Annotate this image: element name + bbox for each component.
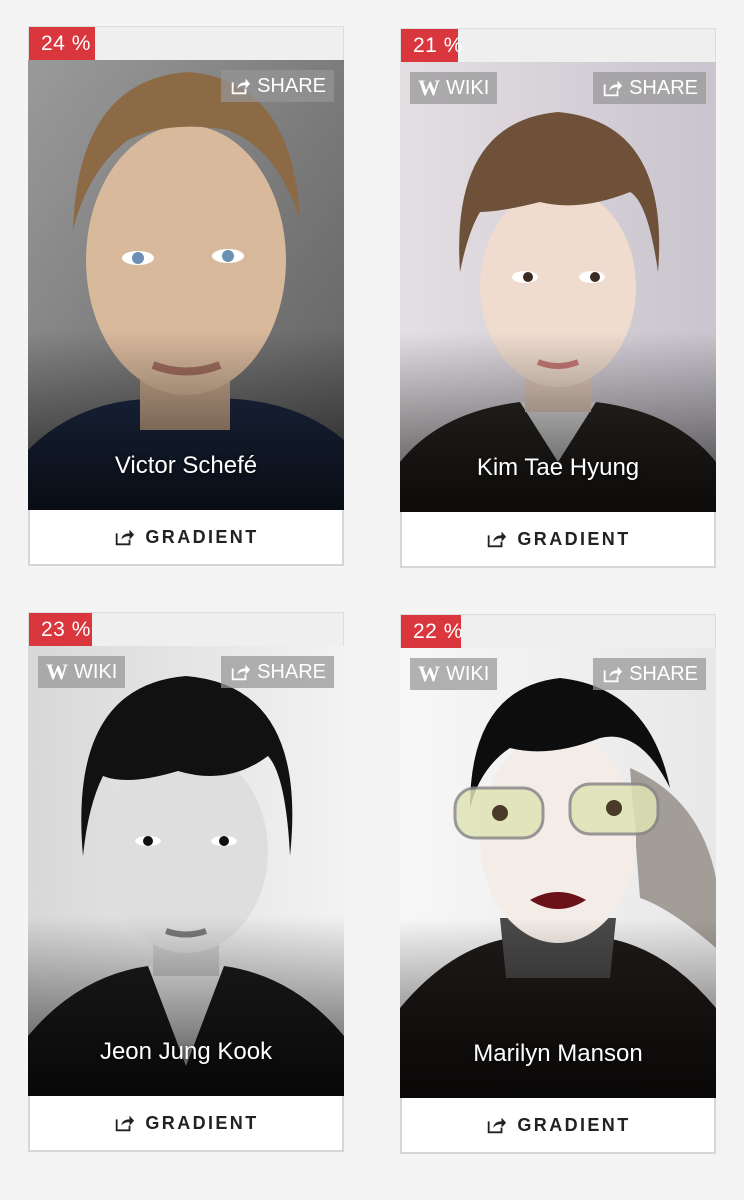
percentage-label: 21 % <box>413 34 463 57</box>
wiki-label: WIKI <box>446 663 490 685</box>
gradient-label: GRADIENT <box>145 1112 259 1133</box>
share-icon <box>603 80 623 97</box>
portrait-image <box>28 60 344 510</box>
share-icon <box>603 666 623 683</box>
share-label: SHARE <box>257 75 326 97</box>
gradient-button[interactable]: GRADIENT <box>28 1096 344 1152</box>
celebrity-name: Marilyn Manson <box>473 1040 643 1067</box>
wiki-label: WIKI <box>446 77 490 99</box>
wikipedia-icon: W <box>418 75 440 100</box>
results-grid: 24 % SHARE Victor Schefé GRADIENT 21 % W… <box>0 0 744 1200</box>
share-button[interactable]: SHARE <box>593 72 706 104</box>
share-icon <box>116 1115 135 1132</box>
portrait-image <box>400 648 716 1098</box>
gradient-button[interactable]: GRADIENT <box>400 1098 716 1154</box>
share-label: SHARE <box>257 661 326 683</box>
share-icon <box>488 531 507 548</box>
share-icon <box>231 78 251 95</box>
share-button[interactable]: SHARE <box>221 656 334 688</box>
result-card: 21 % W WIKI SHARE Kim Tae Hyung GRADIENT <box>400 28 716 568</box>
gradient-button[interactable]: GRADIENT <box>28 510 344 566</box>
celebrity-photo: W WIKI SHARE Kim Tae Hyung <box>400 62 716 512</box>
wiki-label: WIKI <box>74 661 118 683</box>
share-icon <box>231 664 251 681</box>
wiki-button[interactable]: W WIKI <box>38 656 126 688</box>
portrait-image <box>28 646 344 1096</box>
celebrity-photo: SHARE Victor Schefé <box>28 60 344 510</box>
wiki-button[interactable]: W WIKI <box>410 658 498 690</box>
gradient-button[interactable]: GRADIENT <box>400 512 716 568</box>
result-card: 24 % SHARE Victor Schefé GRADIENT <box>28 26 344 566</box>
percentage-label: 23 % <box>41 618 91 641</box>
celebrity-name: Victor Schefé <box>114 452 258 479</box>
percentage-bar: 21 % <box>400 28 716 62</box>
percentage-bar: 24 % <box>28 26 344 60</box>
celebrity-name: Jeon Jung Kook <box>99 1038 273 1065</box>
celebrity-photo: W WIKI SHARE Jeon Jung Kook <box>28 646 344 1096</box>
share-icon <box>488 1117 507 1134</box>
wiki-button[interactable]: W WIKI <box>410 72 498 104</box>
celebrity-photo: W WIKI SHARE Marilyn Manson <box>400 648 716 1098</box>
percentage-bar: 23 % <box>28 612 344 646</box>
gradient-label: GRADIENT <box>517 1114 631 1135</box>
result-card: 22 % W WIKI SHARE Marilyn Manson GRADIEN… <box>400 614 716 1154</box>
celebrity-name: Kim Tae Hyung <box>476 454 640 481</box>
share-label: SHARE <box>629 663 698 685</box>
share-icon <box>116 529 135 546</box>
percentage-label: 24 % <box>41 32 91 55</box>
gradient-label: GRADIENT <box>145 526 259 547</box>
share-label: SHARE <box>629 77 698 99</box>
percentage-bar: 22 % <box>400 614 716 648</box>
share-button[interactable]: SHARE <box>221 70 334 102</box>
result-card: 23 % W WIKI SHARE Jeon Jung Kook GRADIEN… <box>28 612 344 1152</box>
wikipedia-icon: W <box>46 659 68 684</box>
wikipedia-icon: W <box>418 661 440 686</box>
percentage-label: 22 % <box>413 620 463 643</box>
gradient-label: GRADIENT <box>517 528 631 549</box>
share-button[interactable]: SHARE <box>593 658 706 690</box>
portrait-image <box>400 62 716 512</box>
